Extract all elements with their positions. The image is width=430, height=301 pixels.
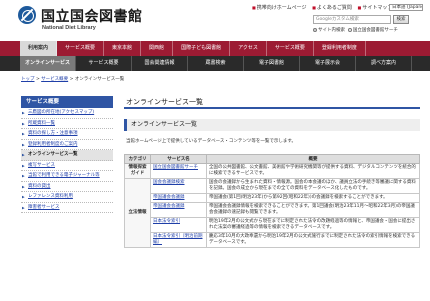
table-row: 情報探索ガイド 国立国会図書館サーチ 全国の公共図書館、公文書館、美術館や学術研… [124, 163, 420, 179]
service-link[interactable]: 日本法令索引 [150, 217, 207, 233]
breadcrumb-separator: > [69, 77, 74, 82]
section-title: オンラインサービス一覧 [124, 119, 420, 131]
column-header: サービス名 [150, 154, 207, 164]
site-subtitle: National Diet Library [42, 25, 96, 31]
sidebar-item[interactable]: 当館で利用できる電子ジャーナル等 [21, 171, 113, 182]
sidebar-item[interactable]: 所蔵資料一覧 [21, 118, 113, 129]
util-link-mobile[interactable]: 携帯向けホームページ [252, 5, 307, 11]
ndl-logo-icon[interactable] [18, 6, 36, 24]
sidebar-item-active[interactable]: オンラインサービス一覧 [21, 150, 113, 161]
sidebar: サービス概要 三鷹図の所在地(アクセスマップ) 所蔵資料一覧 資料の探し方・注意… [21, 96, 113, 213]
sidebar-item[interactable]: 資料の貸出 [21, 181, 113, 192]
search-input[interactable]: Googleカスタム検索 [313, 15, 391, 24]
main-content: オンラインサービス一覧 オンラインサービス一覧 当館ホームページ上で提供している… [124, 96, 420, 248]
table-header-row: カテゴリ サービス名 概要 [124, 154, 420, 164]
table-row: 立法情報 国会会議録検索 国会の会議録から生まれた資料・情報源。国会の本会議のほ… [124, 178, 420, 248]
sidebar-item[interactable]: 登録利用者制度のご案内 [21, 139, 113, 150]
sub-nav-item[interactable]: 電子展示会 [300, 56, 356, 71]
sidebar-item[interactable]: 複写サービス [21, 160, 113, 171]
sidebar-item[interactable]: 障害者サービス [21, 202, 113, 213]
sub-nav-item[interactable]: 調べ方案内 [356, 56, 412, 71]
column-header: カテゴリ [124, 154, 151, 164]
service-description: 帝国議会(第1回(明治23年)から第92回(昭和22年))の会議録を検索すること… [206, 193, 420, 203]
column-header: 概要 [206, 154, 420, 164]
service-description: 帝国議会会議録情報を検索できることができます。第1回議会(明治23年11月～昭和… [206, 202, 420, 218]
page-title: オンラインサービス一覧 [124, 96, 420, 109]
main-nav-item[interactable]: 関西館 [141, 41, 174, 56]
sub-nav-item[interactable]: 国会関連情報 [132, 56, 188, 71]
main-nav-item[interactable]: 登録利用者制度 [314, 41, 366, 56]
breadcrumb-link[interactable]: トップ [21, 77, 35, 82]
table-row: 帝国議会会議録 帝国議会会議録情報を検索できることができます。第1回議会(明治2… [125, 202, 420, 218]
sidebar-item[interactable]: レファレンス資料利用 [21, 192, 113, 203]
table-row: 帝国議会会議録 帝国議会(第1回(明治23年)から第92回(昭和22年))の会議… [125, 193, 420, 203]
site-header: 国立国会図書館 National Diet Library 携帯向けホームページ… [0, 0, 430, 41]
table-row: 日本法令索引〔明治前期編〕 慶応3年10月の大政奉還から明治19年2月の公文式施… [125, 232, 420, 248]
scope-ndl-radio[interactable] [347, 27, 352, 32]
service-description: 全国の公共図書館、公文書館、美術館や学術研究機関等が提供する資料、デジタルコンテ… [206, 163, 420, 179]
category-cell: 立法情報 [124, 178, 151, 248]
util-link-sitemap[interactable]: サイトマップ [358, 5, 393, 11]
main-nav-item[interactable]: 国際子ども図書館 [173, 41, 231, 56]
sub-nav-item[interactable]: 電子図書館 [244, 56, 300, 71]
scope-site-label: サイト内検索 [318, 28, 345, 33]
breadcrumb: トップ > サービス概要 > オンラインサービス一覧 [21, 76, 124, 82]
search-scope: サイト内検索 国立国会図書館サーチ [313, 27, 398, 33]
service-link[interactable]: 国会会議録検索 [150, 178, 207, 194]
main-nav-item[interactable]: 利用案内 [20, 41, 58, 56]
main-nav: 利用案内 サービス概要 東京本館 関西館 国際子ども図書館 アクセス サービス概… [0, 41, 430, 56]
service-table: カテゴリ サービス名 概要 情報探索ガイド 国立国会図書館サーチ 全国の公共図書… [124, 154, 420, 248]
main-nav-item[interactable]: 東京本館 [104, 41, 142, 56]
category-cell: 情報探索ガイド [124, 163, 151, 179]
sidebar-list: 三鷹図の所在地(アクセスマップ) 所蔵資料一覧 資料の探し方・注意事項 登録利用… [21, 108, 113, 213]
intro-text: 当館ホームページ上で提供しているデータベース・コンテンツ等を一覧で示します。 [126, 139, 296, 144]
sidebar-header[interactable]: サービス概要 [21, 96, 113, 108]
search-button[interactable]: 検索 [393, 15, 409, 24]
main-nav-item[interactable]: サービス概要 [267, 41, 314, 56]
main-nav-item[interactable]: サービス概要 [57, 41, 105, 56]
service-link[interactable]: 帝国議会会議録 [150, 202, 207, 218]
scope-site-radio[interactable] [313, 27, 317, 32]
site-title[interactable]: 国立国会図書館 [41, 6, 143, 26]
sub-nav-item[interactable]: 蔵書検索 [188, 56, 244, 71]
service-description: 明治19年2月の公文式から現在までに制定された法令の改題経過等の情報と、帝国議会… [206, 217, 420, 233]
sidebar-item[interactable]: 資料の探し方・注意事項 [21, 129, 113, 140]
utility-links: 携帯向けホームページ よくあるご質問 サイトマップ [252, 4, 396, 11]
util-link-faq[interactable]: よくあるご質問 [312, 5, 352, 11]
sub-nav-item[interactable]: オンラインサービス [20, 56, 76, 71]
sidebar-item[interactable]: 三鷹図の所在地(アクセスマップ) [21, 108, 113, 119]
main-nav-item[interactable]: アクセス [230, 41, 267, 56]
service-link[interactable]: 国立国会図書館サーチ [150, 163, 207, 179]
table-row: 日本法令索引 明治19年2月の公文式から現在までに制定された法令の改題経過等の情… [125, 217, 420, 233]
breadcrumb-separator: > [35, 77, 40, 82]
sub-nav: オンラインサービス サービス概要 国会関連情報 蔵書検索 電子図書館 電子展示会… [0, 56, 430, 71]
scope-ndl-label: 国立国会図書館サーチ [352, 28, 398, 33]
service-link[interactable]: 日本法令索引〔明治前期編〕 [150, 232, 207, 248]
service-description: 慶応3年10月の大政奉還から明治19年2月の公文式施行までに制定された法令の索引… [206, 232, 420, 248]
service-link[interactable]: 帝国議会会議録 [150, 193, 207, 203]
service-description: 国会の会議録から生まれた資料・情報源。国会の本会議のほか、議員立法の手続き等審議… [206, 178, 420, 194]
breadcrumb-current: オンラインサービス一覧 [74, 77, 125, 82]
breadcrumb-link[interactable]: サービス概要 [41, 77, 68, 82]
language-select[interactable]: 日本語 (Japanese) [389, 4, 423, 11]
sub-nav-item[interactable]: サービス概要 [76, 56, 132, 71]
